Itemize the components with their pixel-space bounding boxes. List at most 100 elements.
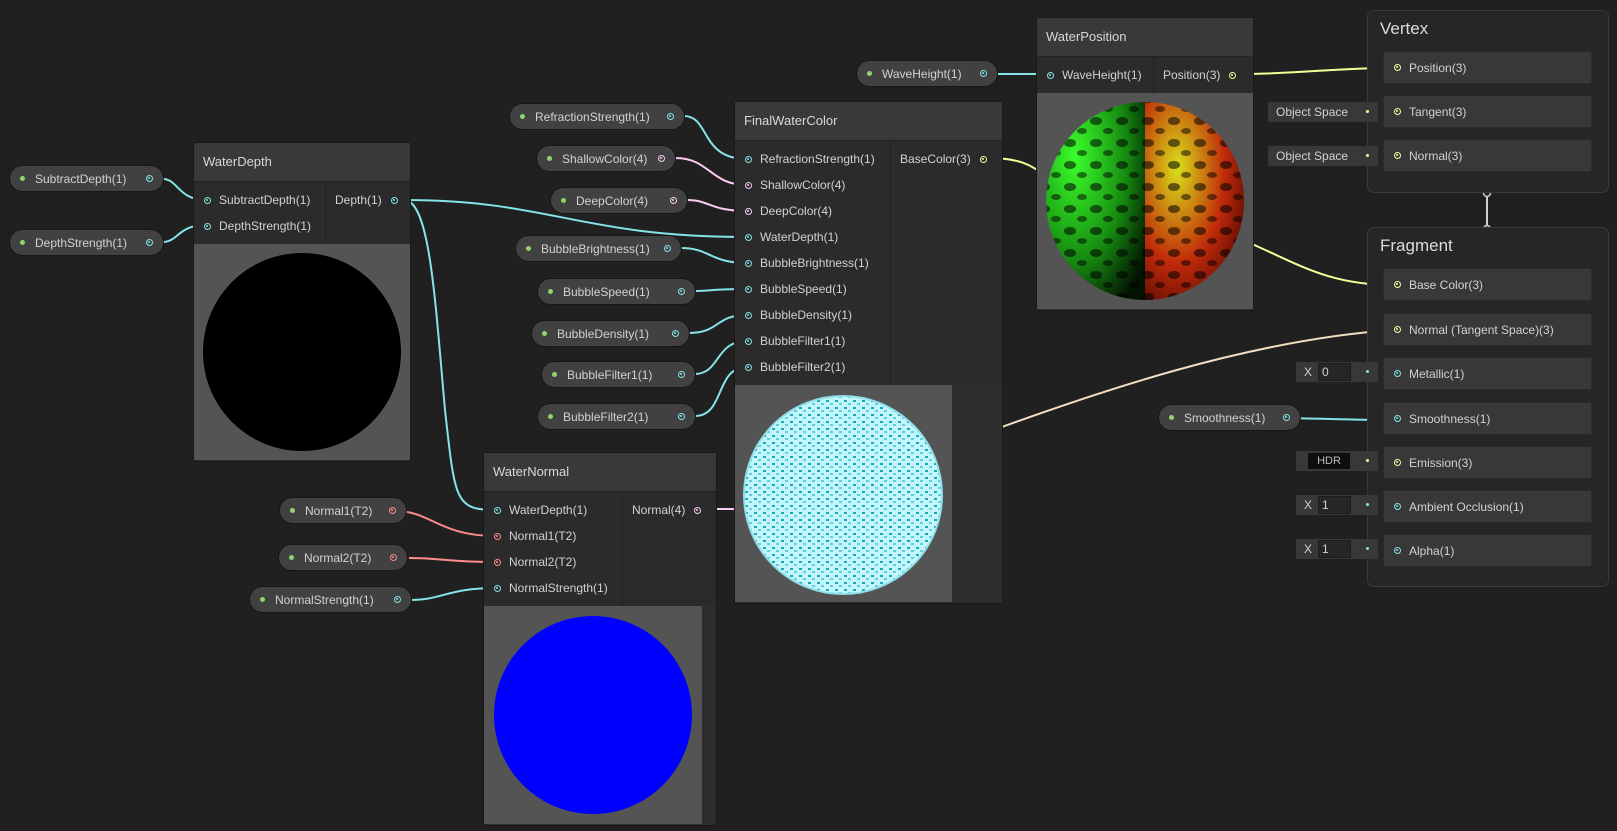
port-dot-icon[interactable]	[1394, 326, 1401, 333]
hdr-color-swatch[interactable]: HDR	[1308, 453, 1350, 469]
property-normal1[interactable]: Normal1(T2)	[279, 497, 407, 524]
normal-space-field[interactable]: Object Space	[1268, 146, 1378, 166]
port-dot-icon[interactable]	[1394, 415, 1401, 422]
input-port-subtract-depth[interactable]: SubtractDepth(1)	[194, 187, 325, 213]
fragment-slot-base-color[interactable]: Base Color(3)	[1383, 268, 1592, 301]
port-dot-icon[interactable]	[1394, 459, 1401, 466]
vertex-slot-normal[interactable]: Normal(3)	[1383, 139, 1592, 172]
port-dot-icon[interactable]	[146, 239, 153, 246]
port-dot-icon[interactable]	[672, 330, 679, 337]
port-dot-icon[interactable]	[394, 596, 401, 603]
port-dot-icon[interactable]	[745, 311, 752, 319]
final-water-color-node[interactable]: FinalWaterColor RefractionStrength(1) Sh…	[734, 101, 1003, 604]
port-dot-icon[interactable]	[694, 506, 702, 514]
port-dot-icon[interactable]	[390, 196, 398, 204]
property-normal-strength[interactable]: NormalStrength(1)	[249, 586, 412, 613]
water-position-node[interactable]: WaterPosition WaveHeight(1) Position(3)	[1036, 17, 1254, 311]
input-port-shallow-color[interactable]: ShallowColor(4)	[735, 172, 890, 198]
port-dot-icon[interactable]	[678, 288, 685, 295]
property-depth-strength[interactable]: DepthStrength(1)	[9, 229, 164, 256]
fragment-slot-emission[interactable]: Emission(3)	[1383, 446, 1592, 479]
port-dot-icon[interactable]	[1394, 64, 1401, 71]
property-deep-color[interactable]: DeepColor(4)	[550, 187, 688, 214]
port-dot-icon[interactable]	[1394, 547, 1401, 554]
port-dot-icon[interactable]	[658, 155, 665, 162]
port-dot-icon[interactable]	[146, 175, 153, 182]
input-port-bubble-density[interactable]: BubbleDensity(1)	[735, 302, 890, 328]
port-dot-icon[interactable]	[979, 155, 987, 163]
fragment-slot-normal[interactable]: Normal (Tangent Space)(3)	[1383, 313, 1592, 346]
port-dot-icon[interactable]	[1229, 71, 1237, 79]
metallic-input[interactable]: X0	[1296, 362, 1378, 382]
output-port-normal[interactable]: Normal(4)	[623, 497, 709, 523]
port-dot-icon[interactable]	[204, 196, 211, 204]
port-dot-icon[interactable]	[494, 506, 501, 514]
property-bubble-brightness[interactable]: BubbleBrightness(1)	[515, 235, 682, 262]
node-title[interactable]: WaterPosition	[1037, 18, 1253, 57]
port-dot-icon[interactable]	[1283, 414, 1290, 421]
port-dot-icon[interactable]	[745, 337, 752, 345]
water-depth-node[interactable]: WaterDepth SubtractDepth(1) DepthStrengt…	[193, 142, 411, 462]
port-dot-icon[interactable]	[745, 285, 752, 293]
node-title[interactable]: WaterDepth	[194, 143, 410, 182]
input-port-water-depth[interactable]: WaterDepth(1)	[735, 224, 890, 250]
input-port-deep-color[interactable]: DeepColor(4)	[735, 198, 890, 224]
input-port-normal1[interactable]: Normal1(T2)	[484, 523, 622, 549]
property-shallow-color[interactable]: ShallowColor(4)	[536, 145, 676, 172]
port-dot-icon[interactable]	[494, 558, 501, 566]
output-port-base-color[interactable]: BaseColor(3)	[891, 146, 995, 172]
port-dot-icon[interactable]	[745, 207, 752, 215]
port-dot-icon[interactable]	[390, 554, 397, 561]
port-dot-icon[interactable]	[204, 222, 211, 230]
input-port-water-depth[interactable]: WaterDepth(1)	[484, 497, 622, 523]
port-dot-icon[interactable]	[1394, 370, 1401, 377]
input-port-bubble-brightness[interactable]: BubbleBrightness(1)	[735, 250, 890, 276]
input-port-bubble-filter2[interactable]: BubbleFilter2(1)	[735, 354, 890, 380]
fragment-slot-smoothness[interactable]: Smoothness(1)	[1383, 402, 1592, 435]
input-port-depth-strength[interactable]: DepthStrength(1)	[194, 213, 325, 239]
output-port-position[interactable]: Position(3)	[1154, 62, 1244, 88]
property-normal2[interactable]: Normal2(T2)	[278, 544, 408, 571]
input-port-bubble-filter1[interactable]: BubbleFilter1(1)	[735, 328, 890, 354]
input-port-normal2[interactable]: Normal2(T2)	[484, 549, 622, 575]
port-dot-icon[interactable]	[1394, 108, 1401, 115]
property-subtract-depth[interactable]: SubtractDepth(1)	[9, 165, 164, 192]
port-dot-icon[interactable]	[670, 197, 677, 204]
input-port-normal-strength[interactable]: NormalStrength(1)	[484, 575, 622, 601]
alpha-input[interactable]: X1	[1296, 539, 1378, 559]
vertex-slot-tangent[interactable]: Tangent(3)	[1383, 95, 1592, 128]
port-dot-icon[interactable]	[1047, 71, 1054, 79]
port-dot-icon[interactable]	[664, 245, 671, 252]
fragment-slot-alpha[interactable]: Alpha(1)	[1383, 534, 1592, 567]
fragment-slot-ambient-occlusion[interactable]: Ambient Occlusion(1)	[1383, 490, 1592, 523]
port-dot-icon[interactable]	[1394, 281, 1401, 288]
emission-hdr-input[interactable]: HDR	[1296, 451, 1378, 471]
input-port-wave-height[interactable]: WaveHeight(1)	[1037, 62, 1153, 88]
property-bubble-density[interactable]: BubbleDensity(1)	[531, 320, 690, 347]
node-title[interactable]: WaterNormal	[484, 453, 716, 492]
port-dot-icon[interactable]	[745, 259, 752, 267]
port-dot-icon[interactable]	[678, 371, 685, 378]
property-smoothness[interactable]: Smoothness(1)	[1158, 404, 1301, 431]
output-port-depth[interactable]: Depth(1)	[326, 187, 406, 213]
port-dot-icon[interactable]	[745, 181, 752, 189]
water-normal-node[interactable]: WaterNormal WaterDepth(1) Normal1(T2) No…	[483, 452, 717, 826]
port-dot-icon[interactable]	[494, 584, 501, 592]
port-dot-icon[interactable]	[745, 363, 752, 371]
port-dot-icon[interactable]	[745, 233, 752, 241]
property-refraction-strength[interactable]: RefractionStrength(1)	[509, 103, 685, 130]
port-dot-icon[interactable]	[745, 155, 752, 163]
port-dot-icon[interactable]	[980, 70, 987, 77]
port-dot-icon[interactable]	[1394, 503, 1401, 510]
port-dot-icon[interactable]	[667, 113, 674, 120]
ambient-occlusion-input[interactable]: X1	[1296, 495, 1378, 515]
port-dot-icon[interactable]	[678, 413, 685, 420]
port-dot-icon[interactable]	[1394, 152, 1401, 159]
port-dot-icon[interactable]	[494, 532, 501, 540]
property-bubble-speed[interactable]: BubbleSpeed(1)	[537, 278, 696, 305]
port-dot-icon[interactable]	[389, 507, 396, 514]
input-port-refraction-strength[interactable]: RefractionStrength(1)	[735, 146, 890, 172]
input-port-bubble-speed[interactable]: BubbleSpeed(1)	[735, 276, 890, 302]
node-title[interactable]: FinalWaterColor	[735, 102, 1002, 141]
property-wave-height[interactable]: WaveHeight(1)	[856, 60, 998, 87]
